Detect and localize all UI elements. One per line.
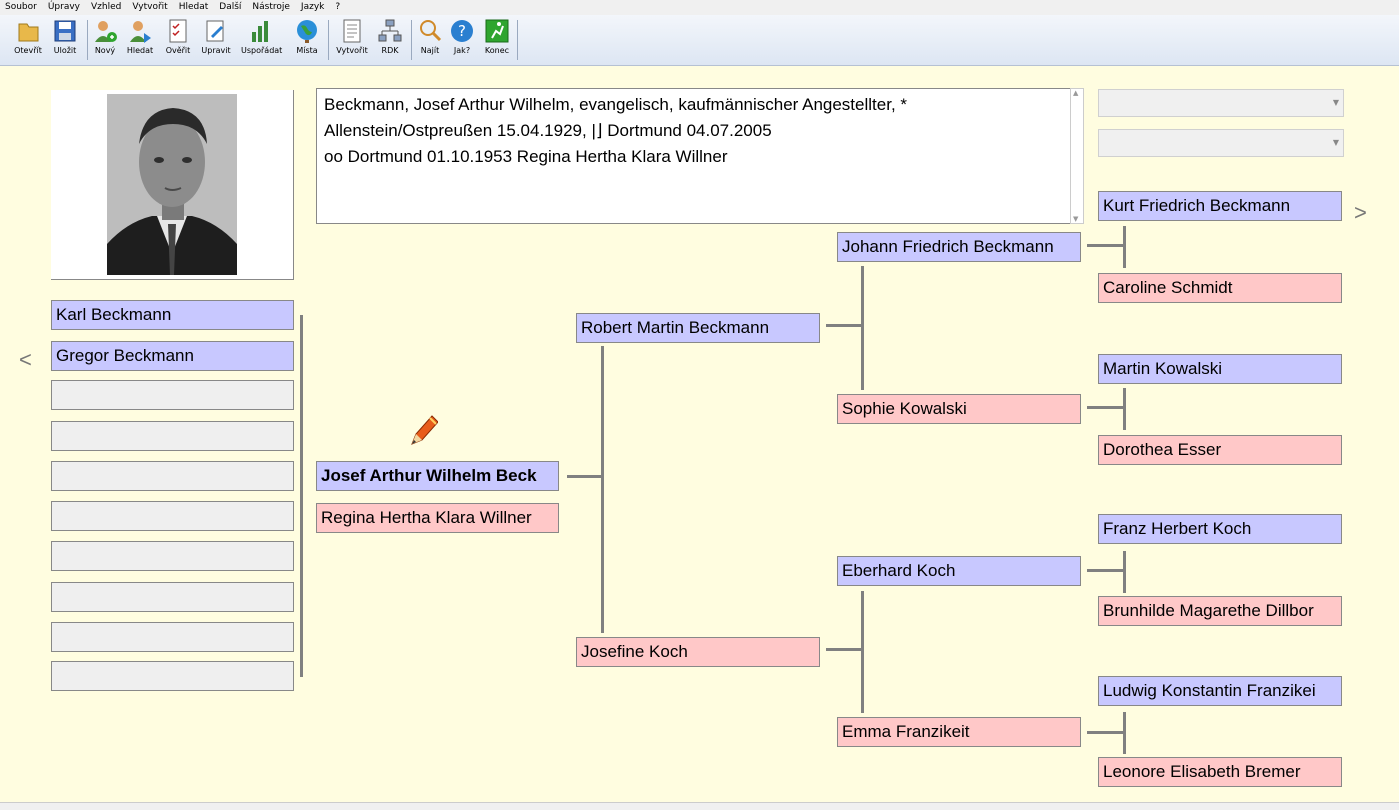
child-slot-5[interactable] <box>51 461 294 491</box>
nav-next-button[interactable]: > <box>1354 200 1367 226</box>
menu-help[interactable]: ? <box>330 0 346 15</box>
rdk-button[interactable]: RDK <box>370 18 410 62</box>
children-connector-line <box>300 315 303 677</box>
photo-panel <box>51 90 294 280</box>
info-line-1: Beckmann, Josef Arthur Wilhelm, evangeli… <box>324 95 908 114</box>
great-grandparent-2[interactable]: Caroline Schmidt <box>1098 273 1342 303</box>
child-slot-7[interactable] <box>51 541 294 571</box>
arrange-button[interactable]: Uspořádat <box>241 18 282 62</box>
grandfather-maternal[interactable]: Eberhard Koch <box>837 556 1081 586</box>
grandmother-paternal[interactable]: Sophie Kowalski <box>837 394 1081 424</box>
verify-checklist-icon <box>165 18 191 44</box>
toolbar: Otevřít Uložit Nový Hledat Ověřit Upravi… <box>0 15 1399 66</box>
magnifier-icon <box>417 18 443 44</box>
scroll-down-icon[interactable]: ▼ <box>1073 215 1078 223</box>
child-slot-1[interactable]: Karl Beckmann <box>51 300 294 330</box>
globe-icon <box>294 18 320 44</box>
menu-soubor[interactable]: Soubor <box>0 0 43 15</box>
info-line-3: oo Dortmund 01.10.1953 Regina Hertha Kla… <box>324 147 728 166</box>
help-icon: ? <box>449 18 475 44</box>
menu-hledat[interactable]: Hledat <box>174 0 215 15</box>
great-grandparent-5[interactable]: Franz Herbert Koch <box>1098 514 1342 544</box>
exit-button[interactable]: Konec <box>477 18 517 62</box>
exit-icon <box>484 18 510 44</box>
menu-bar: Soubor Úpravy Vzhled Vytvořit Hledat Další Nás… <box>0 0 1399 15</box>
combo-box-1[interactable]: ▼ <box>1098 89 1344 117</box>
tree-chart-icon <box>377 18 403 44</box>
great-grandparent-6[interactable]: Brunhilde Magarethe Dillbor <box>1098 596 1342 626</box>
folder-open-icon <box>15 18 41 44</box>
menu-jazyk[interactable]: Jazyk <box>296 0 330 15</box>
pencil-edit-icon[interactable] <box>408 412 439 446</box>
save-button[interactable]: Uložit <box>45 18 85 62</box>
create-document-icon <box>339 18 365 44</box>
places-button[interactable]: Místa <box>287 18 327 62</box>
menu-nastroje[interactable]: Nástroje <box>247 0 296 15</box>
great-grandparent-4[interactable]: Dorothea Esser <box>1098 435 1342 465</box>
info-line-2: Allenstein/Ostpreußen 15.04.1929, |⌋ Dor… <box>324 121 772 140</box>
arrange-icon <box>248 18 274 44</box>
father-person[interactable]: Robert Martin Beckmann <box>576 313 820 343</box>
find-person-icon <box>127 18 153 44</box>
edit-icon <box>203 18 229 44</box>
open-button[interactable]: Otevřít <box>8 18 48 62</box>
child-slot-4[interactable] <box>51 421 294 451</box>
new-person-icon <box>92 18 118 44</box>
info-scrollbar[interactable]: ▲ ▼ <box>1070 88 1084 224</box>
child-slot-3[interactable] <box>51 380 294 410</box>
menu-dalsi[interactable]: Další <box>214 0 247 15</box>
save-disk-icon <box>52 18 78 44</box>
chevron-down-icon: ▼ <box>1332 98 1339 107</box>
create-button[interactable]: Vytvořit <box>332 18 372 62</box>
portrait-photo <box>107 94 237 275</box>
svg-text:?: ? <box>458 22 466 40</box>
child-slot-10[interactable] <box>51 661 294 691</box>
proband-person[interactable]: Josef Arthur Wilhelm Beck <box>316 461 559 491</box>
great-grandparent-8[interactable]: Leonore Elisabeth Bremer <box>1098 757 1342 787</box>
find-person-button[interactable]: Hledat <box>120 18 160 62</box>
howto-button[interactable]: ? Jak? <box>442 18 482 62</box>
menu-vzhled[interactable]: Vzhled <box>86 0 127 15</box>
chevron-down-icon: ▼ <box>1332 138 1339 147</box>
scroll-up-icon[interactable]: ▲ <box>1073 89 1078 97</box>
mother-person[interactable]: Josefine Koch <box>576 637 820 667</box>
child-slot-9[interactable] <box>51 622 294 652</box>
child-slot-6[interactable] <box>51 501 294 531</box>
person-info-textarea[interactable]: Beckmann, Josef Arthur Wilhelm, evangeli… <box>316 88 1072 224</box>
great-grandparent-1[interactable]: Kurt Friedrich Beckmann <box>1098 191 1342 221</box>
edit-button[interactable]: Upravit <box>196 18 236 62</box>
nav-prev-button[interactable]: < <box>19 347 32 373</box>
menu-upravy[interactable]: Úpravy <box>43 0 86 15</box>
spouse-person[interactable]: Regina Hertha Klara Willner <box>316 503 559 533</box>
great-grandparent-3[interactable]: Martin Kowalski <box>1098 354 1342 384</box>
child-slot-2[interactable]: Gregor Beckmann <box>51 341 294 371</box>
combo-box-2[interactable]: ▼ <box>1098 129 1344 157</box>
child-slot-8[interactable] <box>51 582 294 612</box>
verify-button[interactable]: Ověřit <box>158 18 198 62</box>
great-grandparent-7[interactable]: Ludwig Konstantin Franzikei <box>1098 676 1342 706</box>
menu-vytvorit[interactable]: Vytvořit <box>127 0 173 15</box>
grandfather-paternal[interactable]: Johann Friedrich Beckmann <box>837 232 1081 262</box>
grandmother-maternal[interactable]: Emma Franzikeit <box>837 717 1081 747</box>
new-person-button[interactable]: Nový <box>85 18 125 62</box>
